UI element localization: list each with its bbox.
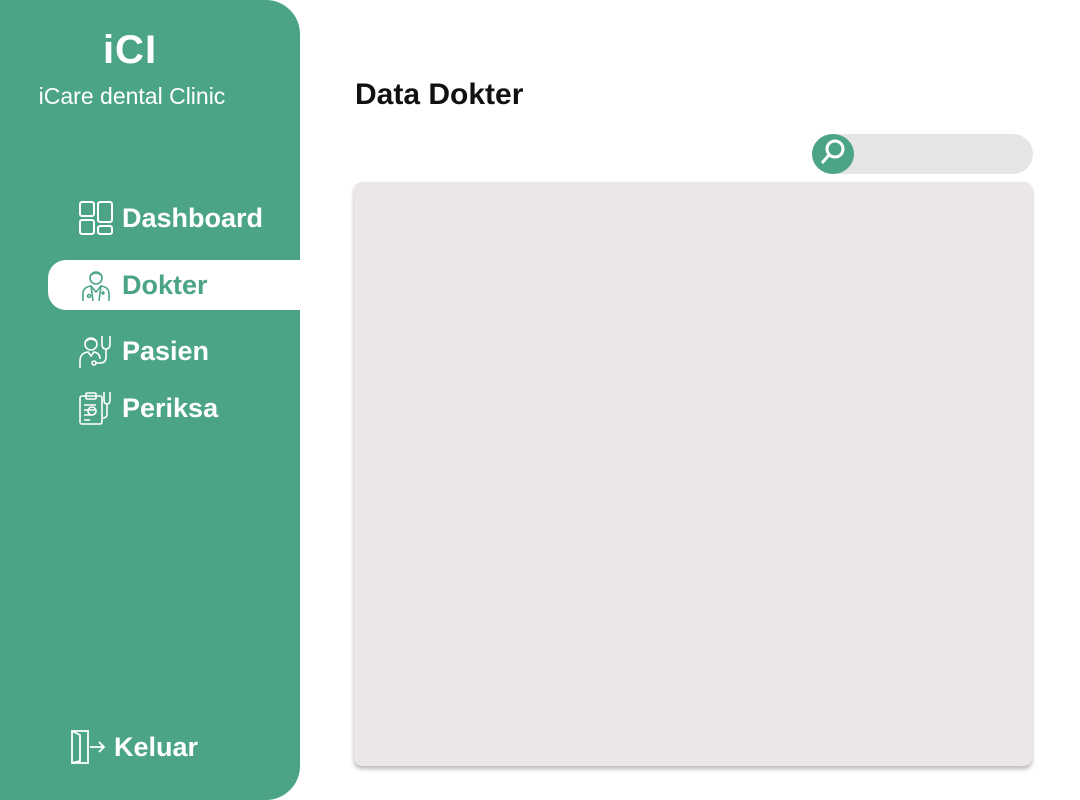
- brand-logo: iCI: [102, 28, 158, 72]
- sidebar: iCI iCare dental Clinic Dashboard Dokter: [0, 0, 300, 800]
- logout-label: Keluar: [114, 731, 199, 762]
- sidebar-item-label: Periksa: [122, 392, 219, 423]
- sidebar-item-pasien[interactable]: Pasien: [78, 333, 209, 369]
- dashboard-grid-icon: [78, 200, 114, 236]
- search-bar: [812, 134, 1033, 176]
- search-icon: [818, 137, 848, 172]
- doctor-icon: [78, 267, 114, 303]
- logout-button[interactable]: Keluar: [70, 729, 198, 765]
- sidebar-item-label: Pasien: [122, 335, 210, 366]
- clipboard-checkup-icon: [78, 390, 114, 426]
- clinic-name: iCare dental Clinic: [38, 83, 226, 109]
- sidebar-item-label: Dokter: [122, 269, 208, 300]
- sidebar-item-label: Dashboard: [122, 202, 264, 233]
- patient-stethoscope-icon: [78, 333, 114, 369]
- sidebar-item-periksa[interactable]: Periksa: [78, 390, 218, 426]
- page-title: Data Dokter: [355, 78, 524, 111]
- doctor-data-panel: [354, 182, 1032, 766]
- search-button[interactable]: [812, 134, 854, 174]
- logout-door-icon: [70, 729, 106, 765]
- sidebar-item-dashboard[interactable]: Dashboard: [78, 200, 263, 236]
- sidebar-item-dokter[interactable]: Dokter: [48, 260, 300, 310]
- search-input[interactable]: [862, 134, 1026, 176]
